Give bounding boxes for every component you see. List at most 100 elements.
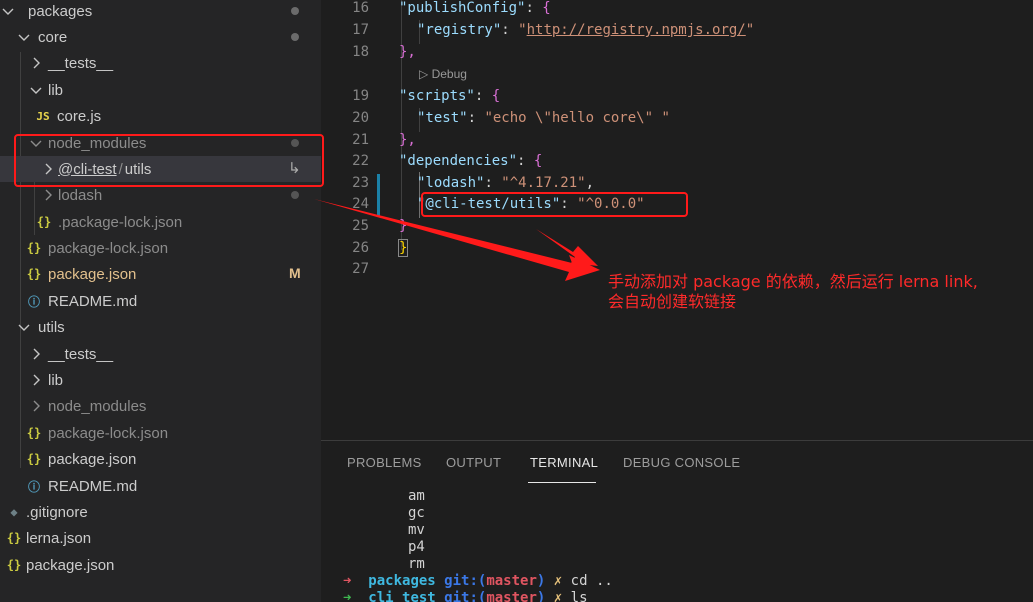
tree-folder-core[interactable]: core — [0, 24, 321, 50]
tab-terminal[interactable]: TERMINAL — [530, 455, 598, 470]
tree-folder-lib[interactable]: lib — [0, 77, 321, 103]
json-key: "lodash" — [417, 175, 485, 191]
annotation-line: 会自动创建软链接 — [608, 292, 737, 311]
line-number: 25 — [352, 218, 369, 234]
line-number: 24 — [352, 196, 369, 212]
annotation-highlight-box — [421, 192, 688, 217]
code-line-23: "lodash": "^4.17.21", — [417, 175, 594, 191]
tree-item-label: packages — [28, 2, 93, 20]
code-line-20: "test": "echo \"hello core\" " — [417, 110, 670, 126]
tab-debug-console[interactable]: DEBUG CONSOLE — [623, 455, 740, 470]
line-number: 27 — [352, 261, 369, 277]
prompt-dir: packages — [368, 573, 436, 589]
chevron-right-icon — [28, 372, 44, 388]
line-number: 26 — [352, 240, 369, 256]
tree-file-utils-package-json[interactable]: {} package.json — [0, 446, 321, 472]
tree-item-label: node_modules — [48, 397, 147, 415]
chevron-down-icon — [28, 82, 44, 98]
line-number: 19 — [352, 88, 369, 104]
prompt-command: ls — [570, 590, 588, 602]
terminal-prompt-line: ➜ cli_test git:(master) ✗ ls — [343, 590, 588, 602]
tree-folder-tests[interactable]: __tests__ — [0, 50, 321, 76]
terminal-line: p4 — [408, 539, 425, 555]
json-key: "publishConfig" — [399, 0, 526, 16]
line-number: 23 — [352, 175, 369, 191]
json-file-icon: {} — [6, 531, 22, 545]
prompt-git-close: ) — [536, 590, 546, 602]
prompt-arrow-icon: ➜ — [343, 573, 352, 589]
annotation-highlight-box — [14, 134, 324, 187]
tree-file-gitignore[interactable]: ◆ .gitignore — [0, 499, 321, 525]
registry-url-link[interactable]: http://registry.npmjs.org/ — [527, 22, 746, 38]
tree-folder-utils-tests[interactable]: __tests__ — [0, 341, 321, 367]
prompt-git: git:( — [444, 573, 487, 589]
tree-item-label: .gitignore — [26, 503, 88, 521]
tree-item-label: package.json — [48, 450, 137, 468]
colon: : — [474, 88, 492, 104]
tab-problems[interactable]: PROBLEMS — [347, 455, 422, 470]
tree-item-label: lib — [48, 81, 64, 99]
info-file-icon: ⓘ — [27, 479, 40, 494]
colon: : — [484, 175, 502, 191]
tree-folder-utils[interactable]: utils — [0, 314, 321, 340]
explorer-sidebar: packages core __tests__ lib JS core.js n… — [0, 0, 321, 602]
tree-item-label: package-lock.json — [48, 239, 169, 257]
tree-file-utils-readme[interactable]: ⓘ README.md — [0, 473, 321, 499]
json-file-icon: {} — [26, 267, 42, 281]
prompt-branch: master — [486, 590, 537, 602]
json-key: "scripts" — [399, 88, 475, 104]
tree-file-lerna-json[interactable]: {} lerna.json — [0, 525, 321, 551]
bottom-panel: PROBLEMS OUTPUT TERMINAL DEBUG CONSOLE a… — [321, 440, 1033, 602]
json-key: "dependencies" — [399, 153, 518, 169]
colon: : — [501, 22, 519, 38]
code-editor[interactable]: 16 17 18 19 20 21 22 23 24 25 26 27 "pub… — [321, 0, 1033, 440]
tree-item-label: __tests__ — [48, 345, 114, 363]
json-file-icon: {} — [26, 241, 42, 255]
colon: : — [525, 0, 543, 16]
terminal-line: rm — [408, 556, 425, 572]
tree-folder-utils-lib[interactable]: lib — [0, 367, 321, 393]
tree-file-readme[interactable]: ⓘ README.md — [0, 288, 321, 314]
prompt-git: git:( — [444, 590, 487, 602]
line-number: 22 — [352, 153, 369, 169]
json-file-icon: {} — [6, 558, 22, 572]
status-dot-icon — [291, 191, 299, 199]
colon: : — [517, 153, 534, 169]
tree-item-label: README.md — [48, 292, 138, 310]
tab-output[interactable]: OUTPUT — [446, 455, 501, 470]
indent-guide — [401, 0, 402, 250]
tree-file-hidden-package-lock[interactable]: {} .package-lock.json — [0, 209, 321, 235]
javascript-file-icon: JS — [36, 109, 50, 123]
json-string: "echo \"hello core\" " — [484, 110, 670, 126]
line-number: 21 — [352, 132, 369, 148]
brace: { — [491, 88, 501, 104]
code-line-19: "scripts": { — [399, 88, 500, 104]
tree-item-label: .package-lock.json — [58, 213, 183, 231]
code-line-17: "registry": "http://registry.npmjs.org/" — [417, 22, 754, 38]
chevron-down-icon — [16, 29, 32, 45]
chevron-right-icon — [28, 55, 44, 71]
json-file-icon: {} — [26, 452, 42, 466]
tree-file-package-lock[interactable]: {} package-lock.json — [0, 235, 321, 261]
line-number: 16 — [352, 0, 369, 16]
prompt-command: cd .. — [570, 573, 613, 589]
debug-codelens[interactable]: ▷ Debug — [419, 67, 467, 81]
chevron-down-icon — [0, 3, 16, 19]
tree-item-label: lib — [48, 371, 64, 389]
code-line-18: }, — [399, 44, 416, 60]
tree-folder-packages[interactable]: packages — [0, 0, 321, 24]
tree-file-core-js[interactable]: JS core.js — [0, 103, 321, 129]
status-dot-icon — [291, 33, 299, 41]
tree-item-label: package-lock.json — [48, 424, 169, 442]
modified-badge: M — [289, 265, 301, 281]
git-file-icon: ◆ — [10, 505, 18, 519]
tree-folder-utils-node-modules[interactable]: node_modules — [0, 393, 321, 419]
tree-file-package-json[interactable]: {} package.json M — [0, 261, 321, 287]
tree-file-root-package-json[interactable]: {} package.json — [0, 552, 321, 578]
tree-item-label: README.md — [48, 477, 138, 495]
code-line-25: } — [399, 218, 408, 234]
json-key: "registry" — [417, 22, 502, 38]
line-number: 20 — [352, 110, 369, 126]
tree-file-utils-package-lock[interactable]: {} package-lock.json — [0, 420, 321, 446]
line-number: 17 — [352, 22, 369, 38]
